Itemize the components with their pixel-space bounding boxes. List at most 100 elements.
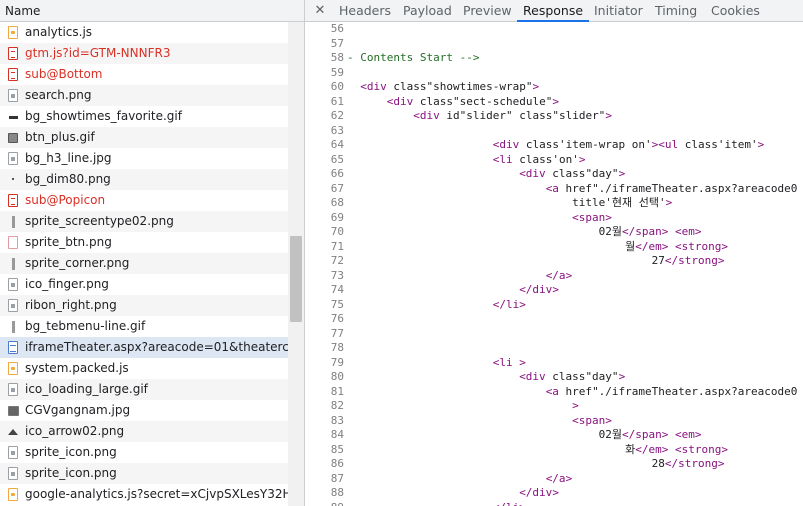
- request-name: sprite_screentype02.png: [25, 214, 174, 228]
- code-line: 76: [305, 312, 803, 327]
- request-row[interactable]: btn_plus.gif: [0, 127, 288, 148]
- code-text: <div class"showtimes-wrap">: [360, 80, 540, 93]
- code-line: 84 02월</span> <em>: [305, 428, 803, 443]
- image-file-icon: [8, 89, 18, 102]
- pink-image-icon: [8, 236, 18, 249]
- request-row[interactable]: bg_showtimes_favorite.gif: [0, 106, 288, 127]
- code-line: 78: [305, 341, 803, 356]
- request-row[interactable]: bg_dim80.png: [0, 169, 288, 190]
- line-number: 57: [330, 36, 344, 50]
- line-number: 75: [330, 297, 344, 311]
- code-text: title'현재 선택'>: [347, 196, 673, 209]
- tab-timing[interactable]: Timing: [649, 0, 703, 22]
- code-line: 65 <li class'on'>: [305, 153, 803, 168]
- request-name: bg_dim80.png: [25, 172, 111, 186]
- code-text: 화</em> <strong>: [347, 442, 729, 456]
- line-number: 65: [330, 152, 344, 166]
- code-line: 77: [305, 327, 803, 342]
- request-row[interactable]: gtm.js?id=GTM-NNNFR3: [0, 43, 288, 64]
- tab-response[interactable]: Response: [517, 0, 590, 22]
- code-line: 89 </li>: [305, 501, 803, 506]
- triangle-image-icon: [8, 425, 18, 438]
- code-line: 67 <a href"./iframeTheater.aspx?areacode…: [305, 182, 803, 197]
- bar-image-icon: [8, 110, 18, 123]
- image-file-icon: [8, 299, 18, 312]
- request-row[interactable]: ico_loading_large.gif: [0, 379, 288, 400]
- request-row[interactable]: ribon_right.png: [0, 295, 288, 316]
- line-number: 77: [330, 326, 344, 340]
- request-row[interactable]: sprite_corner.png: [0, 253, 288, 274]
- image-file-icon: [8, 467, 18, 480]
- tab-preview[interactable]: Preview: [457, 0, 518, 22]
- line-number: 69: [330, 210, 344, 224]
- code-line: 88 </div>: [305, 486, 803, 501]
- request-name: sub@Bottom: [25, 67, 103, 81]
- tab-cookies[interactable]: Cookies: [705, 0, 766, 22]
- line-number: 72: [330, 254, 344, 267]
- request-name: search.png: [25, 88, 92, 102]
- request-row[interactable]: sub@Bottom: [0, 64, 288, 85]
- name-column-header[interactable]: Name: [0, 0, 304, 22]
- request-row[interactable]: google-analytics.js?secret=xCjvpSXLesY32…: [0, 484, 288, 505]
- line-number: 62: [330, 109, 344, 122]
- request-row[interactable]: sub@Popicon: [0, 190, 288, 211]
- document-icon: [8, 341, 18, 354]
- request-row[interactable]: analytics.js: [0, 22, 288, 43]
- request-row[interactable]: sprite_screentype02.png: [0, 211, 288, 232]
- code-line: 86 28</strong>: [305, 457, 803, 472]
- image-file-icon: [8, 446, 18, 459]
- request-name: sprite_btn.png: [25, 235, 112, 249]
- code-line: 62 <div id"slider" class"slider">: [305, 109, 803, 124]
- request-name: sprite_icon.png: [25, 466, 117, 480]
- tab-headers[interactable]: Headers: [333, 0, 397, 22]
- code-text: <span>: [572, 210, 612, 224]
- request-row[interactable]: sprite_btn.png: [0, 232, 288, 253]
- error-file-icon: [8, 47, 18, 60]
- code-text: >: [572, 399, 579, 412]
- code-text: 월</em> <strong>: [347, 239, 729, 253]
- code-line: 63: [305, 124, 803, 139]
- code-line: 70 02월</span> <em>: [305, 225, 803, 240]
- request-row[interactable]: ico_finger.png: [0, 274, 288, 295]
- name-column-label: Name: [5, 4, 41, 18]
- request-name: btn_plus.gif: [25, 130, 95, 144]
- code-line: 72 27</strong>: [305, 254, 803, 269]
- request-row[interactable]: iframeTheater.aspx?areacode=01&theaterco…: [0, 337, 288, 358]
- request-row[interactable]: ico_arrow02.png: [0, 421, 288, 442]
- line-number: 76: [330, 312, 344, 325]
- tab-initiator[interactable]: Initiator: [588, 0, 649, 22]
- request-name: system.packed.js: [25, 361, 129, 375]
- tab-payload[interactable]: Payload: [397, 0, 458, 22]
- request-list-scroll-thumb[interactable]: [290, 236, 302, 322]
- code-line: 71 월</em> <strong>: [305, 240, 803, 255]
- request-row[interactable]: search.png: [0, 85, 288, 106]
- request-name: bg_showtimes_favorite.gif: [25, 109, 182, 123]
- line-number: 59: [330, 65, 344, 79]
- code-line: 74 </div>: [305, 283, 803, 298]
- line-number: 88: [330, 486, 344, 499]
- request-name: sub@Popicon: [25, 193, 106, 207]
- code-line: 79 <li >: [305, 356, 803, 371]
- code-line: 56: [305, 22, 803, 37]
- request-name: ribon_right.png: [25, 298, 117, 312]
- request-row[interactable]: bg_tebmenu-line.gif: [0, 316, 288, 337]
- code-line: 83 <span>: [305, 414, 803, 429]
- code-text: <div class"sect-schedule">: [386, 94, 559, 108]
- request-row[interactable]: CGVgangnam.jpg: [0, 400, 288, 421]
- request-row[interactable]: sprite_icon.png: [0, 463, 288, 484]
- line-number: 80: [330, 370, 344, 383]
- request-row[interactable]: sprite_icon.png: [0, 442, 288, 463]
- line-number: 87: [330, 471, 344, 485]
- line-number: 78: [330, 341, 344, 354]
- code-line: 64 <div class'item-wrap on'><ul class'it…: [305, 138, 803, 153]
- line-number: 70: [330, 225, 344, 238]
- close-icon[interactable]: ✕: [313, 0, 327, 22]
- code-line: 59: [305, 66, 803, 81]
- code-line: 73 </a>: [305, 269, 803, 284]
- request-name: bg_h3_line.jpg: [25, 151, 112, 165]
- request-name: CGVgangnam.jpg: [25, 403, 131, 417]
- request-row[interactable]: system.packed.js: [0, 358, 288, 379]
- request-row[interactable]: bg_h3_line.jpg: [0, 148, 288, 169]
- code-text: </div>: [519, 486, 559, 499]
- line-number: 64: [330, 138, 344, 151]
